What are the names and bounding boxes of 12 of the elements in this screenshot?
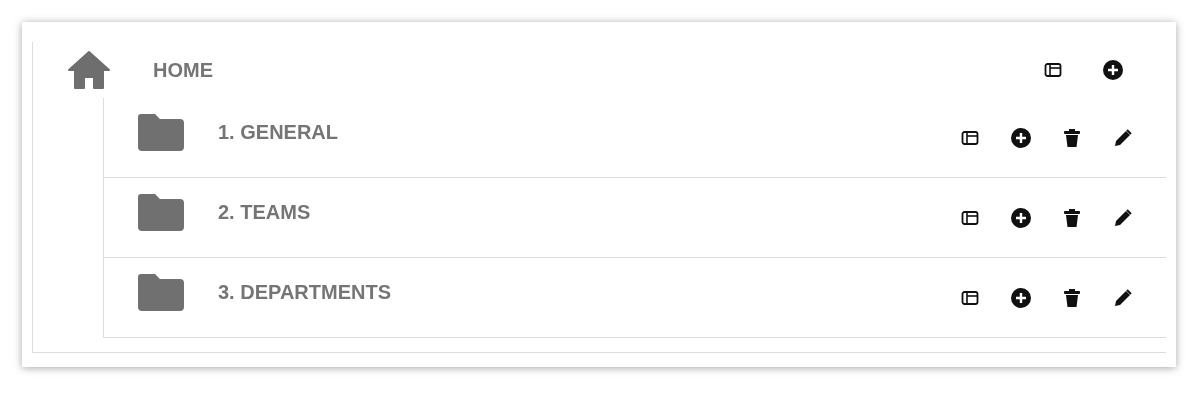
tree-item-label[interactable]: 1. GENERAL — [218, 120, 339, 144]
tree-item-label[interactable]: 2. TEAMS — [218, 200, 311, 224]
add-icon[interactable] — [1100, 59, 1126, 81]
tree-item-label[interactable]: 3. DEPARTMENTS — [218, 280, 391, 304]
add-icon[interactable] — [1008, 207, 1034, 229]
home-icon — [67, 50, 111, 90]
folder-icon — [137, 192, 185, 232]
add-icon[interactable] — [1008, 287, 1034, 309]
folder-icon — [137, 272, 185, 312]
add-icon[interactable] — [1008, 127, 1034, 149]
tree-item-label[interactable]: HOME — [153, 58, 213, 82]
folder-icon — [137, 112, 185, 152]
